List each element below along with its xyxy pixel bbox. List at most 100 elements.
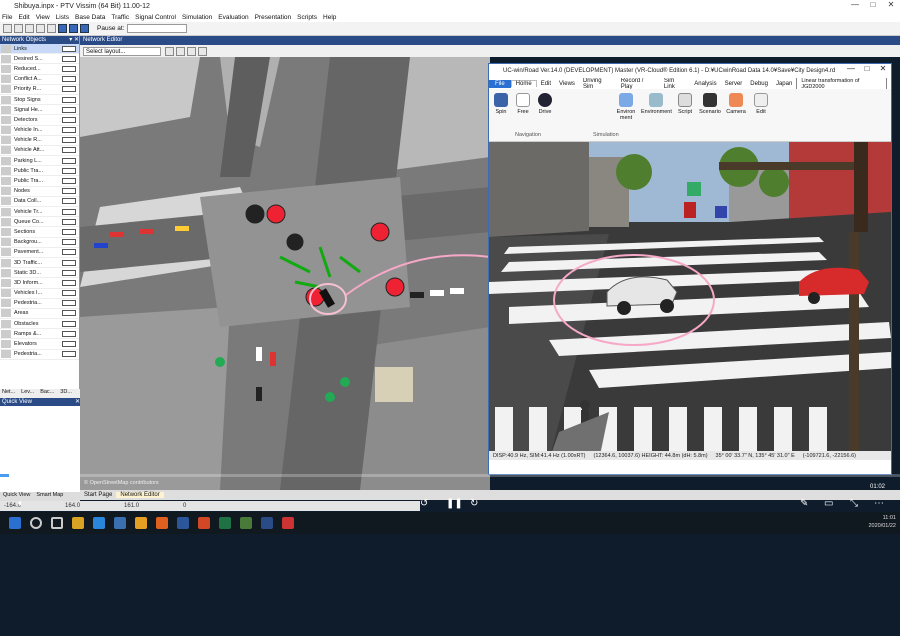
network-object-item[interactable]: Vehicle In... [0,126,79,136]
excel-icon[interactable] [219,517,231,529]
more-icon[interactable]: ⋯ [874,498,884,509]
network-object-item[interactable]: Links [0,44,79,55]
pause-at-input[interactable] [127,24,188,33]
chrome-icon[interactable] [135,517,147,529]
script-button[interactable]: Script [675,93,695,115]
network-object-item[interactable]: Desired S... [0,54,79,65]
visibility-toggle[interactable] [62,290,76,297]
3d-icon[interactable] [187,46,196,56]
ucwin-tab-server[interactable]: Server [721,81,747,87]
new-icon[interactable] [3,24,12,33]
network-map[interactable] [80,57,490,490]
menu-view[interactable]: View [36,14,50,21]
start-icon[interactable] [9,517,21,529]
layout-select[interactable]: Select layout... [83,46,161,56]
network-object-item[interactable]: Public Tra... [0,176,79,187]
camera-button[interactable]: Camera [725,93,747,115]
app-icon[interactable] [114,517,126,529]
pan-icon[interactable] [176,46,185,56]
stop-icon[interactable] [80,24,89,33]
menu-signal-control[interactable]: Signal Control [135,14,176,21]
network-object-item[interactable]: Sections [0,227,79,238]
menu-traffic[interactable]: Traffic [111,14,129,21]
task-view-icon[interactable] [51,517,63,529]
visibility-toggle[interactable] [62,178,76,185]
visibility-toggle[interactable] [62,208,76,215]
visibility-toggle[interactable] [62,269,76,276]
network-object-item[interactable]: Conflict A... [0,75,79,85]
environment-button[interactable]: Environment [641,93,672,115]
visibility-toggle[interactable] [62,188,76,195]
visibility-toggle[interactable] [62,55,76,62]
network-object-item[interactable]: Vehicle R... [0,136,79,146]
pen-icon[interactable]: ✎ [800,498,808,509]
redo-icon[interactable] [47,24,56,33]
ucwin-minimize-button[interactable]: — [843,64,859,73]
network-object-item[interactable]: Pedestria... [0,350,79,360]
visibility-toggle[interactable] [62,198,76,205]
tab-3d[interactable]: 3D... [58,389,72,398]
network-object-item[interactable]: Obstacles [0,319,79,330]
menu-simulation[interactable]: Simulation [182,14,212,21]
menu-help[interactable]: Help [323,14,336,21]
visibility-toggle[interactable] [62,228,76,235]
network-object-item[interactable]: Data Coll... [0,197,79,207]
visibility-toggle[interactable] [62,239,76,246]
recorder-icon[interactable] [282,517,294,529]
powerpoint-icon[interactable] [198,517,210,529]
edge-icon[interactable] [93,517,105,529]
ucwin-tab-edit[interactable]: Edit [537,81,555,87]
visibility-toggle[interactable] [62,116,76,123]
visibility-toggle[interactable] [62,127,76,134]
maximize-button[interactable]: □ [864,0,882,9]
visibility-toggle[interactable] [62,167,76,174]
zoom-icon[interactable] [165,46,174,56]
visibility-toggle[interactable] [62,320,76,327]
ucwin-tab-analysis[interactable]: Analysis [690,81,720,87]
network-object-item[interactable]: Ramps &... [0,329,79,340]
pin-icon[interactable]: ▾ ✕ [69,36,79,44]
network-object-item[interactable]: 3D Inform... [0,278,79,289]
edit-button[interactable]: Edit [751,93,771,115]
rewind-10-icon[interactable]: ↺ [420,498,428,509]
ucwin-icon[interactable] [261,517,273,529]
ucwin-tab-japan[interactable]: Japan [772,81,796,87]
visibility-toggle[interactable] [62,96,76,103]
visibility-toggle[interactable] [62,45,76,52]
visibility-toggle[interactable] [62,106,76,113]
environment-quick-button[interactable]: Environ ment [615,93,637,121]
menu-edit[interactable]: Edit [18,14,29,21]
visibility-toggle[interactable] [62,86,76,93]
fullscreen-icon[interactable]: ⤡ [850,498,858,509]
play-icon[interactable] [58,24,67,33]
layer-icon[interactable] [198,46,207,56]
ucwin-maximize-button[interactable]: □ [859,64,875,73]
scenario-button[interactable]: Scenario [699,93,721,115]
visibility-toggle[interactable] [62,65,76,72]
network-object-item[interactable]: Parking L... [0,156,79,167]
network-object-item[interactable]: 3D Traffic... [0,258,79,269]
tab-levels[interactable]: Lev... [19,389,34,398]
pip-icon[interactable]: ▭ [824,498,833,509]
firefox-icon[interactable] [156,517,168,529]
visibility-toggle[interactable] [62,310,76,317]
visibility-toggle[interactable] [62,157,76,164]
network-object-item[interactable]: Nodes [0,187,79,197]
network-object-item[interactable]: Vehicle Att... [0,146,79,157]
network-object-item[interactable]: Stop Signs [0,95,79,106]
ucwin-tab-driving-sim[interactable]: Driving Sim [579,78,617,90]
volume-icon[interactable]: 🔈︎ [18,498,24,509]
visibility-toggle[interactable] [62,341,76,348]
visibility-toggle[interactable] [62,259,76,266]
word-icon[interactable] [177,517,189,529]
vissim-icon[interactable] [240,517,252,529]
visibility-toggle[interactable] [62,218,76,225]
tab-networks[interactable]: Net... [0,389,15,398]
visibility-toggle[interactable] [62,76,76,83]
network-object-item[interactable]: Elevators [0,339,79,350]
ucwin-tab-record-play[interactable]: Record / Play [617,78,660,90]
step-icon[interactable] [69,24,78,33]
search-icon[interactable] [30,517,42,529]
ucwin-tab-sim-link[interactable]: Sim Link [660,78,690,90]
visibility-toggle[interactable] [62,279,76,286]
